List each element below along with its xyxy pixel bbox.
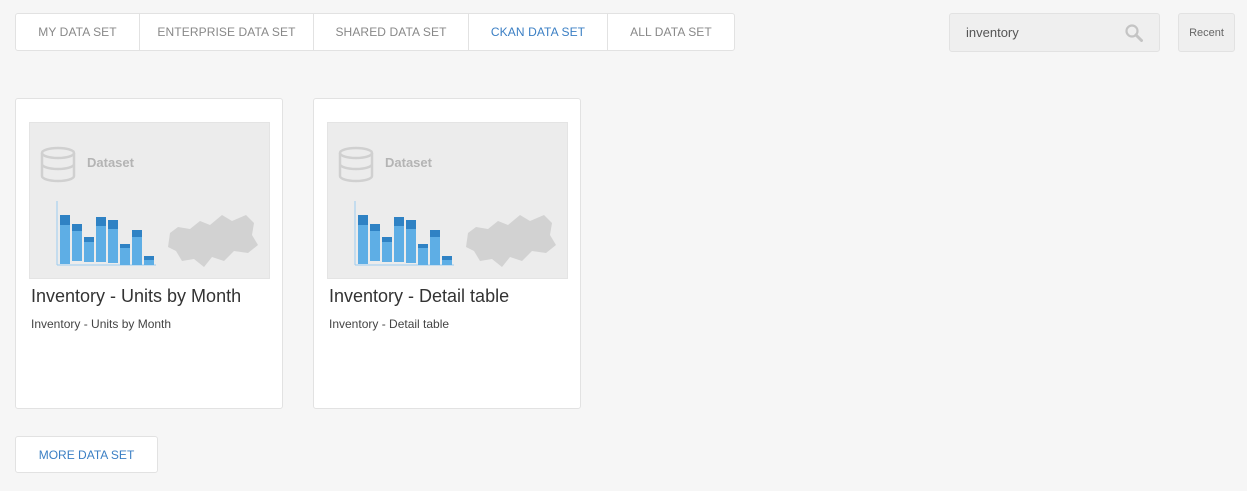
card-subtitle: Inventory - Units by Month [31, 317, 172, 331]
map-silhouette [466, 215, 556, 267]
database-icon [338, 146, 374, 160]
tab-shared-data-set[interactable]: SHARED DATA SET [314, 14, 469, 50]
map-silhouette [168, 215, 258, 267]
card-title[interactable]: Inventory - Units by Month [31, 286, 241, 307]
dataset-tabs: MY DATA SET ENTERPRISE DATA SET SHARED D… [15, 13, 735, 51]
dataset-thumbnail: Dataset [327, 122, 568, 279]
dataset-card[interactable]: Dataset Inventory - Detail table Invento… [313, 98, 581, 409]
tab-all-data-set[interactable]: ALL DATA SET [608, 14, 734, 50]
dataset-card[interactable]: Dataset Inventory - Units by Month Inven… [15, 98, 283, 409]
chart-bar-cap [430, 230, 440, 237]
chart-bar-cap [382, 237, 392, 242]
chart-bar-cap [418, 244, 428, 248]
chart-bar-cap [442, 256, 452, 260]
recent-button[interactable]: Recent [1178, 13, 1235, 52]
chart-bar-cap [84, 237, 94, 242]
database-icon [40, 146, 76, 160]
chart-bar-cap [394, 217, 404, 226]
chart-bar-cap [60, 215, 70, 225]
chart-bar-cap [144, 256, 154, 260]
tab-enterprise-data-set[interactable]: ENTERPRISE DATA SET [140, 14, 314, 50]
search-box [949, 13, 1160, 52]
tab-my-data-set[interactable]: MY DATA SET [16, 14, 140, 50]
tab-ckan-data-set[interactable]: CKAN DATA SET [469, 14, 608, 50]
card-subtitle: Inventory - Detail table [329, 317, 450, 331]
chart-bar-cap [108, 220, 118, 229]
search-icon[interactable] [1125, 24, 1143, 42]
dataset-thumbnail: Dataset [29, 122, 270, 279]
chart-bar-cap [358, 215, 368, 225]
card-title[interactable]: Inventory - Detail table [329, 286, 509, 307]
thumbnail-graphic [40, 146, 258, 267]
chart-bar-cap [132, 230, 142, 237]
chart-bar-cap [72, 224, 82, 231]
chart-bar-cap [406, 220, 416, 229]
chart-bar-cap [96, 217, 106, 226]
search-input[interactable] [950, 14, 1120, 51]
more-data-set-button[interactable]: MORE DATA SET [15, 436, 158, 473]
thumbnail-graphic [338, 146, 556, 267]
chart-bar-cap [370, 224, 380, 231]
chart-bar-cap [120, 244, 130, 248]
